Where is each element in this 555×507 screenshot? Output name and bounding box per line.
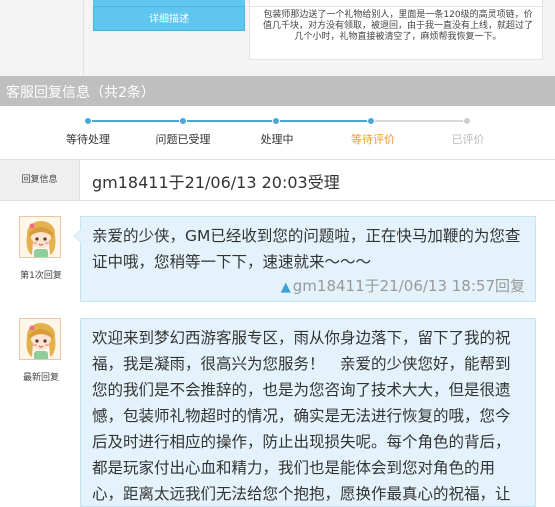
progress-step-label: 等待处理 <box>66 133 110 146</box>
bubble-arrow-inner <box>81 331 82 345</box>
avatar <box>19 216 61 258</box>
progress-line-pending <box>371 120 467 122</box>
progress-dot <box>179 117 187 125</box>
progress-step-label: 处理中 <box>260 133 294 146</box>
reply-signature: ▲ gm18411于21/06/13 18:57回复 <box>92 275 525 299</box>
detail-content: 包装师那边送了一个礼物给别人，里面是一条120级的高灵项链，价值几千块，对方没有… <box>249 6 543 60</box>
reply-bubble: 亲爱的少侠，GM已经收到您的问题啦，正在快马加鞭的为您查证中哦，您稍等一下下，速… <box>73 216 536 302</box>
reply-bubble: 欢迎来到梦幻西游客服专区，雨从你身边落下，留下了我的祝福，我是凝雨，很高兴为您服… <box>80 318 536 507</box>
up-arrow-icon: ▲ <box>280 280 291 295</box>
bubble-arrow-inner <box>74 229 82 243</box>
progress-dot <box>272 117 280 125</box>
progress-step-label: 问题已受理 <box>155 133 211 146</box>
reply-item: 最新回复 欢迎来到梦幻西游客服专区，雨从你身边落下，留下了我的祝福，我是凝雨，很… <box>0 316 555 507</box>
detail-left-column <box>0 0 84 76</box>
section-title: 客服回复信息（共2条） <box>6 85 155 101</box>
reply-info-text: gm18411于21/06/13 20:03受理 <box>92 173 340 192</box>
reply-text: 亲爱的少侠，GM已经收到您的问题啦，正在快马加鞭的为您查证中哦，您稍等一下下，速… <box>92 227 521 271</box>
reply-who: 第1次回复 <box>20 271 62 281</box>
reply-text: 欢迎来到梦幻西游客服专区，雨从你身边落下，留下了我的祝福，我是凝雨，很高兴为您服… <box>92 329 511 503</box>
progress-dot <box>367 117 375 125</box>
reply-info-row: 回复信息 gm18411于21/06/13 20:03受理 <box>0 159 555 201</box>
section-header: 客服回复信息（共2条） <box>0 76 555 106</box>
reply-who: 最新回复 <box>22 373 59 383</box>
reply-info-label: 回复信息 <box>0 160 80 200</box>
detail-section: 详细描述 包装师那边送了一个礼物给别人，里面是一条120级的高灵项链，价值几千块… <box>0 0 555 76</box>
progress-line-done <box>88 120 371 122</box>
progress-dot <box>463 117 471 125</box>
progress-dot <box>84 117 92 125</box>
progress-tracker: 等待处理 问题已受理 处理中 等待评价 已评价 <box>0 106 555 154</box>
progress-step-label: 已评价 <box>451 133 485 146</box>
reply-item: 第1次回复 亲爱的少侠，GM已经收到您的问题啦，正在快马加鞭的为您查证中哦，您稍… <box>0 214 555 304</box>
detail-label: 详细描述 <box>93 6 245 31</box>
avatar <box>19 318 61 360</box>
reply-sign-text: gm18411于21/06/13 18:57回复 <box>292 277 525 295</box>
progress-step-label: 等待评价 <box>351 133 395 146</box>
